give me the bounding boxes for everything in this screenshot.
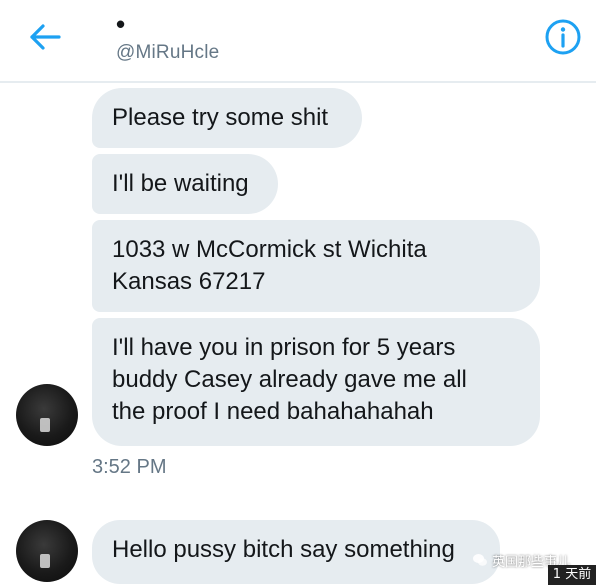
back-button[interactable] bbox=[28, 22, 62, 52]
back-arrow-icon bbox=[30, 24, 61, 50]
message-bubble[interactable]: Please try some shit bbox=[92, 88, 362, 148]
wechat-icon bbox=[473, 554, 487, 566]
dm-conversation-screen: • @MiRuHcle Please try some shit I'll be… bbox=[0, 0, 596, 585]
info-icon bbox=[545, 19, 581, 55]
avatar-detail bbox=[40, 418, 50, 432]
avatar-detail bbox=[40, 554, 50, 568]
message-bubble[interactable]: Hello pussy bitch say something bbox=[92, 520, 500, 584]
message-bubble[interactable]: I'll be waiting bbox=[92, 154, 278, 214]
sender-avatar[interactable] bbox=[16, 384, 78, 446]
message-timestamp: 3:52 PM bbox=[92, 456, 167, 478]
display-name: • bbox=[116, 9, 126, 39]
message-bubble[interactable]: I'll have you in prison for 5 years budd… bbox=[92, 318, 540, 446]
info-button[interactable] bbox=[544, 18, 582, 56]
message-bubble[interactable]: 1033 w McCormick st Wichita Kansas 67217 bbox=[92, 220, 540, 312]
user-handle: @MiRuHcle bbox=[116, 42, 220, 63]
sender-avatar[interactable] bbox=[16, 520, 78, 582]
corner-tag: 1 天前 bbox=[548, 565, 596, 585]
conversation-header: • @MiRuHcle bbox=[0, 0, 596, 83]
